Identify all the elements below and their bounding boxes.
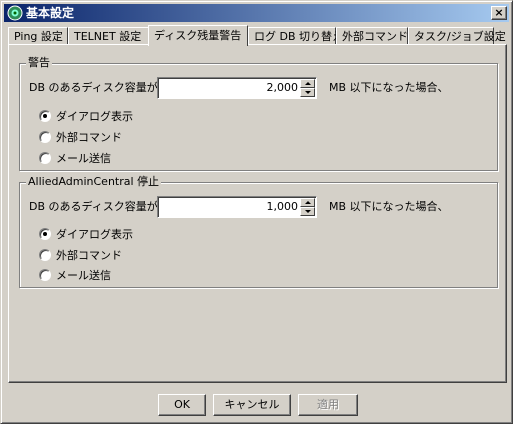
stop-group: AlliedAdminCentral 停止 DB のあるディスク容量が 1,00… — [19, 175, 498, 288]
spinner-down-button[interactable] — [300, 207, 315, 216]
radio-circle-icon — [39, 249, 51, 261]
tab-label: ディスク残量警告 — [154, 29, 242, 42]
radio-dot-icon — [43, 232, 47, 236]
tab-disk-space-warning[interactable]: ディスク残量警告 — [148, 25, 248, 46]
warning-threshold-prefix: DB のあるディスク容量が — [29, 81, 158, 94]
warning-group-title: 警告 — [26, 56, 52, 70]
tab-panel: 警告 DB のあるディスク容量が 2,000 MB 以下になった場合、 ダイアロ… — [8, 44, 507, 383]
tab-task-job-settings[interactable]: タスク/ジョブ設定 — [408, 27, 506, 45]
close-icon: × — [494, 6, 504, 19]
ok-button[interactable]: OK — [158, 394, 206, 416]
radio-circle-icon — [39, 152, 51, 164]
window-title: 基本設定 — [26, 6, 75, 20]
tab-telnet-settings[interactable]: TELNET 設定 — [68, 27, 150, 45]
warning-threshold-spinner[interactable]: 2,000 — [157, 77, 317, 99]
radio-circle-icon — [39, 228, 51, 240]
spinner-up-button[interactable] — [300, 198, 315, 207]
stop-threshold-value[interactable]: 1,000 — [267, 200, 299, 214]
arrow-up-icon — [305, 82, 311, 85]
title-bar[interactable]: 基本設定 × — [4, 4, 509, 22]
settings-dialog: 基本設定 × Ping 設定 TELNET 設定 ディスク残量警告 ログ DB … — [0, 0, 513, 424]
stop-threshold-suffix: MB 以下になった場合、 — [329, 200, 449, 213]
app-icon — [7, 5, 23, 21]
stop-threshold-prefix: DB のあるディスク容量が — [29, 200, 158, 213]
tab-label: 外部コマンド — [342, 30, 408, 43]
arrow-up-icon — [305, 201, 311, 204]
radio-circle-icon — [39, 269, 51, 281]
close-button[interactable]: × — [491, 6, 507, 20]
radio-dot-icon — [43, 114, 47, 118]
tab-label: タスク/ジョブ設定 — [414, 30, 506, 43]
spinner-down-button[interactable] — [300, 88, 315, 97]
warning-group: 警告 DB のあるディスク容量が 2,000 MB 以下になった場合、 ダイアロ… — [19, 56, 498, 171]
radio-circle-icon — [39, 131, 51, 143]
tab-label: ログ DB 切り替え — [254, 30, 344, 43]
spinner-up-button[interactable] — [300, 79, 315, 88]
radio-circle-icon — [39, 110, 51, 122]
radio-label: 外部コマンド — [56, 131, 122, 144]
tab-log-db-switch[interactable]: ログ DB 切り替え — [248, 27, 343, 45]
tab-label: TELNET 設定 — [74, 30, 142, 43]
radio-label: ダイアログ表示 — [56, 110, 133, 123]
warning-threshold-value[interactable]: 2,000 — [267, 81, 299, 95]
stop-threshold-spinner[interactable]: 1,000 — [157, 196, 317, 218]
tab-label: Ping 設定 — [14, 30, 63, 43]
stop-group-title: AlliedAdminCentral 停止 — [26, 175, 162, 189]
apply-button[interactable]: 適用 — [298, 394, 358, 416]
arrow-down-icon — [305, 91, 311, 94]
tab-external-command[interactable]: 外部コマンド — [336, 27, 408, 45]
radio-label: メール送信 — [56, 269, 111, 282]
warning-threshold-suffix: MB 以下になった場合、 — [329, 81, 449, 94]
tab-ping-settings[interactable]: Ping 設定 — [8, 27, 68, 45]
radio-label: ダイアログ表示 — [56, 228, 133, 241]
arrow-down-icon — [305, 210, 311, 213]
radio-label: メール送信 — [56, 152, 111, 165]
cancel-button[interactable]: キャンセル — [213, 394, 291, 416]
radio-label: 外部コマンド — [56, 249, 122, 262]
